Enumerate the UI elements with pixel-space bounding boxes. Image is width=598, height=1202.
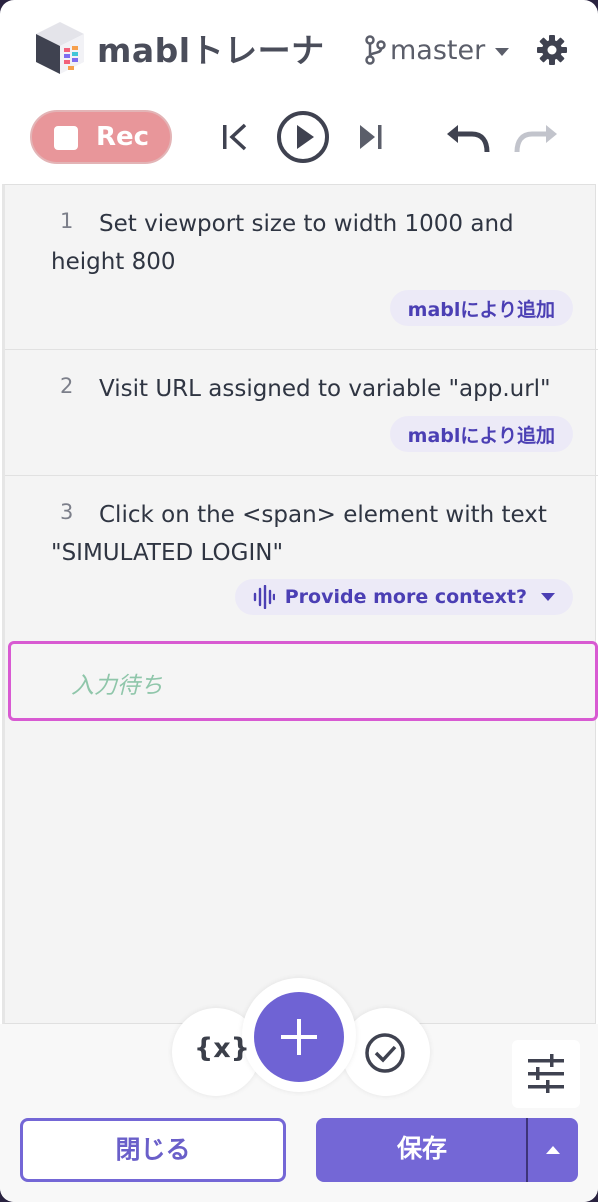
chevron-down-icon	[541, 593, 555, 601]
step-text: Visit URL assigned to variable "app.url"	[99, 376, 551, 402]
save-options-button[interactable]	[526, 1118, 578, 1182]
list-item[interactable]: 1 Set viewport size to width 1000 and he…	[5, 185, 598, 350]
check-circle-icon[interactable]	[364, 1032, 406, 1074]
provide-context-button[interactable]: Provide more context?	[234, 579, 573, 615]
audio-wave-icon	[253, 585, 275, 609]
save-button[interactable]: 保存	[316, 1118, 528, 1182]
redo-icon[interactable]	[514, 122, 558, 156]
skip-back-icon[interactable]	[220, 122, 250, 152]
branch-name: master	[390, 34, 486, 66]
plus-icon	[281, 1019, 317, 1055]
waiting-for-input-row: 入力待ち	[8, 641, 598, 721]
chevron-up-icon	[546, 1146, 560, 1154]
record-label: Rec	[96, 122, 150, 152]
stop-icon	[54, 126, 78, 150]
list-item[interactable]: 2 Visit URL assigned to variable "app.ur…	[5, 350, 598, 476]
step-forward-icon[interactable]	[356, 122, 386, 152]
steps-list: 1 Set viewport size to width 1000 and he…	[2, 184, 598, 1024]
mabl-logo-icon	[36, 22, 84, 74]
settings-sliders-button[interactable]	[512, 1040, 580, 1108]
step-text: Click on the <span> element with text "S…	[51, 502, 547, 566]
record-button[interactable]: Rec	[30, 110, 172, 164]
git-branch-icon	[365, 35, 386, 65]
app-title: mablトレーナ	[97, 31, 325, 70]
sliders-icon	[528, 1054, 564, 1093]
variables-icon[interactable]: {x}	[194, 1033, 250, 1064]
header: mablトレーナ master	[0, 0, 598, 100]
playback-toolbar: Rec	[0, 104, 598, 176]
close-button[interactable]: 閉じる	[20, 1118, 286, 1182]
waiting-label: 入力待ち	[71, 673, 163, 699]
add-step-button[interactable]	[254, 992, 344, 1082]
play-icon[interactable]	[276, 110, 330, 164]
chevron-down-icon	[495, 47, 510, 56]
undo-icon[interactable]	[446, 122, 490, 156]
added-by-mabl-badge: mablにより追加	[389, 416, 573, 452]
step-text: Set viewport size to width 1000 and heig…	[51, 211, 514, 275]
provide-context-label: Provide more context?	[284, 586, 527, 608]
trainer-window: mablトレーナ master Rec 1 Set viewport size …	[0, 0, 598, 1202]
added-by-mabl-badge: mablにより追加	[389, 290, 573, 326]
list-item[interactable]: 3 Click on the <span> element with text …	[5, 476, 598, 636]
branch-selector[interactable]: master	[364, 32, 510, 68]
gear-icon[interactable]	[536, 34, 568, 66]
